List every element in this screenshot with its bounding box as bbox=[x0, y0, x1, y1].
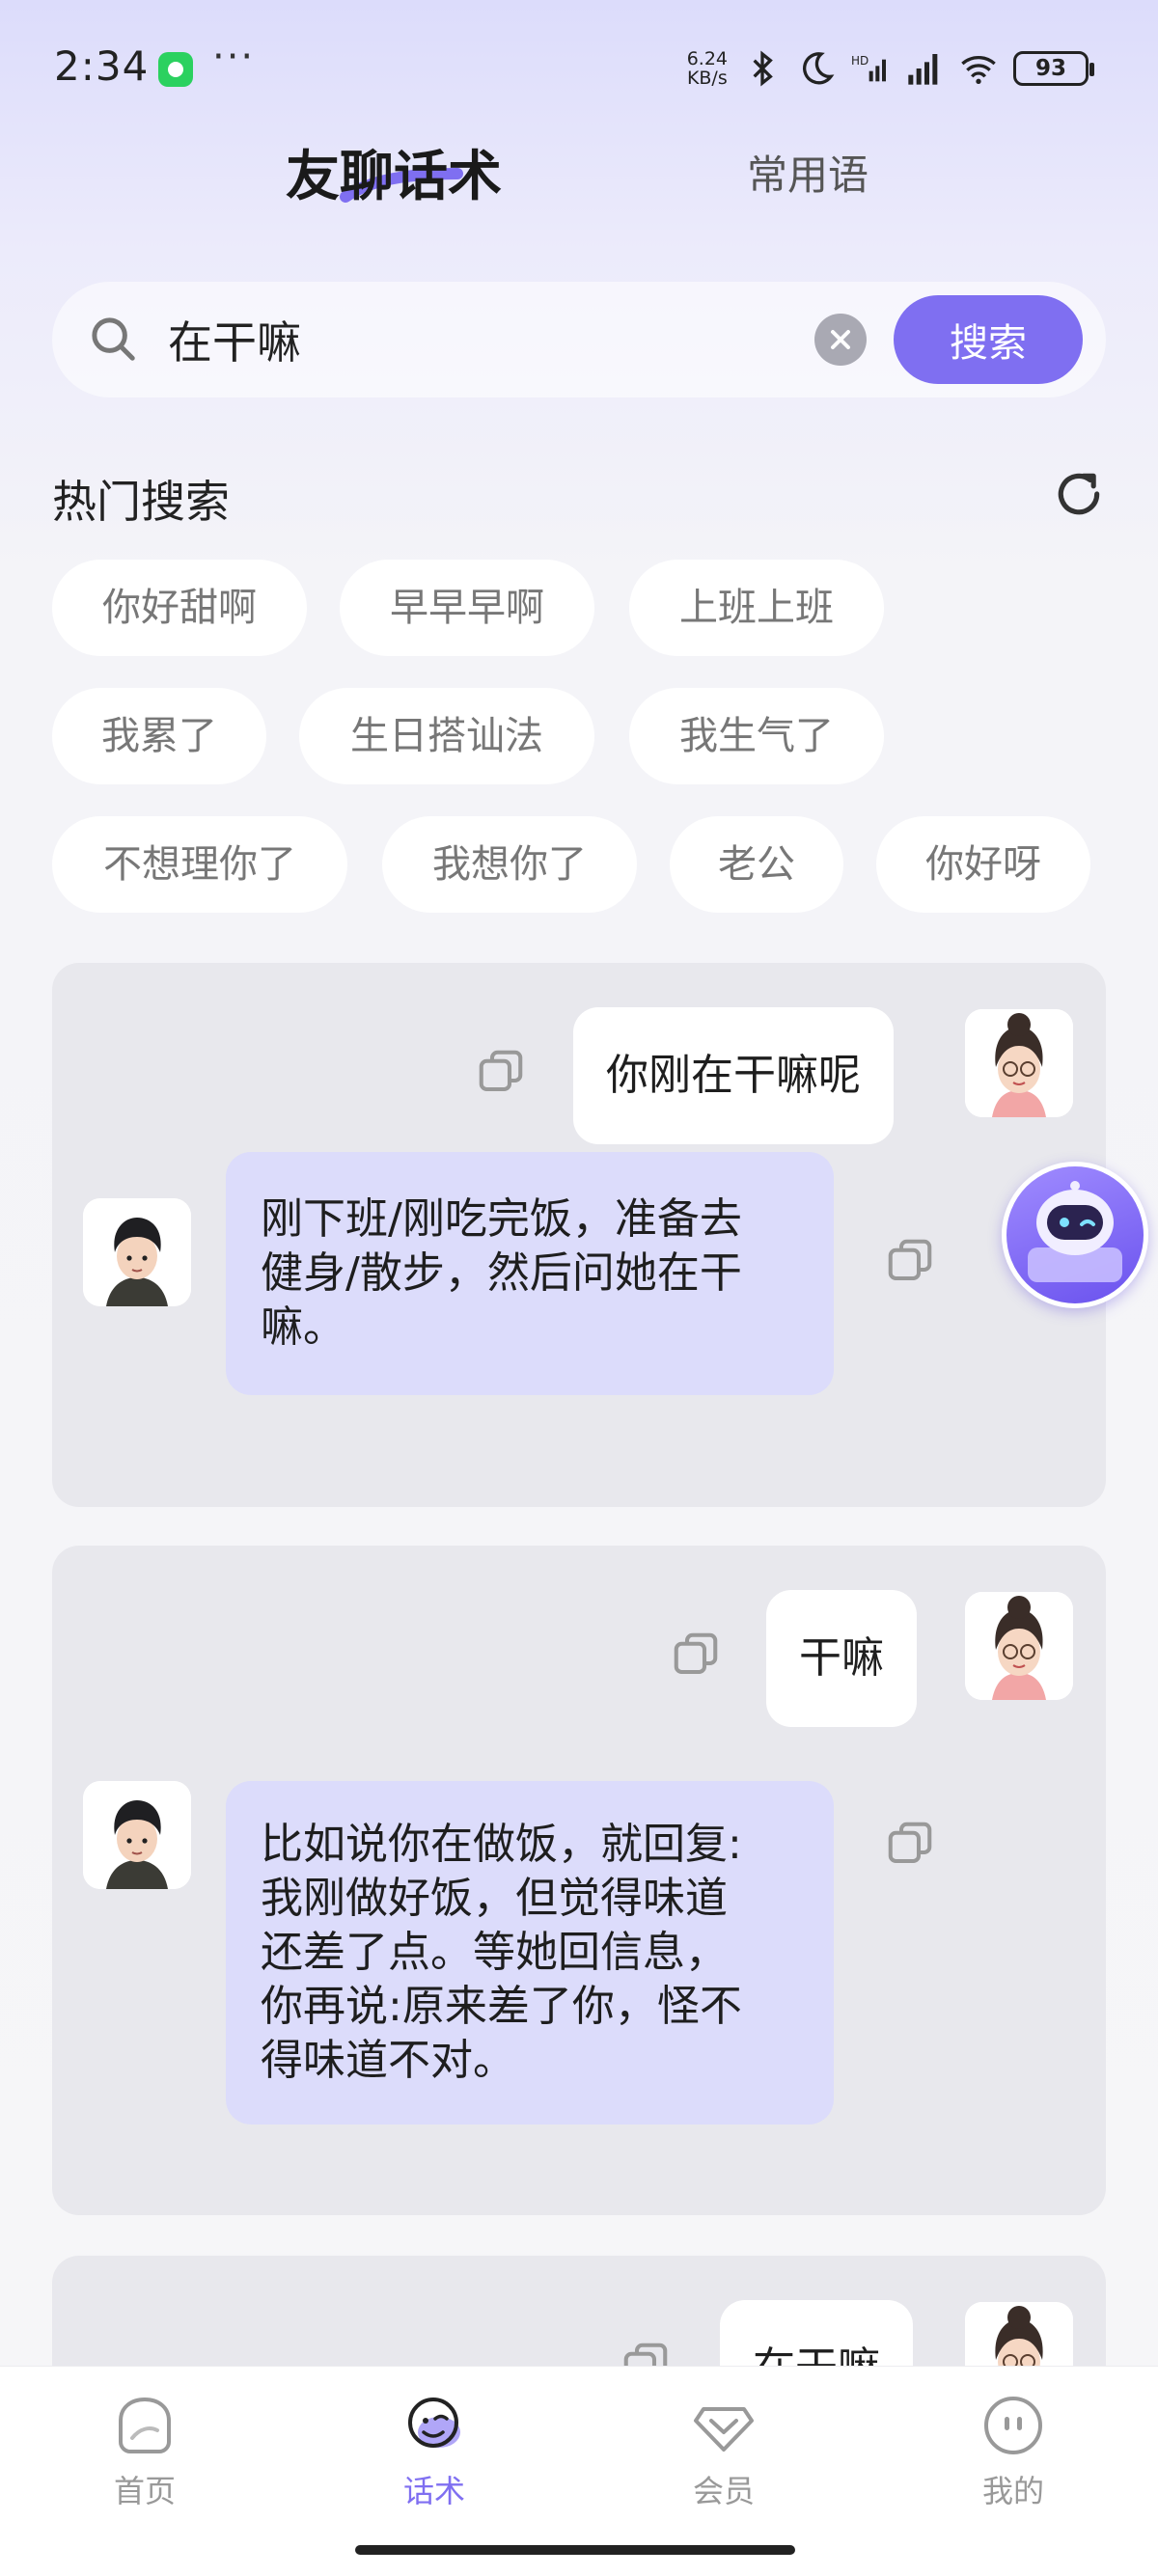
female-avatar bbox=[965, 1009, 1073, 1117]
signal-icon bbox=[908, 54, 938, 85]
robot-icon bbox=[1028, 1181, 1122, 1282]
male-avatar bbox=[83, 1198, 191, 1306]
copy-icon[interactable] bbox=[884, 1818, 936, 1870]
nav-vip[interactable]: 会员 bbox=[647, 2392, 801, 2511]
hot-search-chip[interactable]: 上班上班 bbox=[629, 560, 884, 656]
home-indicator[interactable] bbox=[355, 2545, 795, 2555]
battery-indicator: 93 bbox=[1013, 51, 1094, 86]
bluetooth-icon bbox=[753, 50, 773, 87]
copy-icon[interactable] bbox=[475, 1046, 527, 1098]
tab-friendly-chat-scripts[interactable]: 友聊话术 bbox=[286, 133, 502, 211]
conversation-card: 干嘛 比如说你在做饭，就回复: 我刚做好饭，但觉得味道 还差了点。等她回信息， … bbox=[52, 1546, 1106, 2215]
nav-profile[interactable]: 我的 bbox=[936, 2392, 1090, 2511]
conversation-card: 你刚在干嘛呢 刚下班/刚吃完饭，准备去 健身/散步，然后问她在干 嘛。 bbox=[52, 963, 1106, 1507]
status-icons: 6.24 KB/s HD 93 bbox=[686, 42, 1094, 95]
question-bubble: 干嘛 bbox=[766, 1590, 917, 1727]
clear-search-button[interactable] bbox=[814, 314, 867, 366]
copy-icon[interactable] bbox=[670, 1629, 722, 1681]
nav-chat-scripts[interactable]: 话术 bbox=[357, 2392, 511, 2511]
close-icon bbox=[831, 330, 850, 349]
app-notification-icon bbox=[158, 52, 193, 87]
hot-search-title: 热门搜索 bbox=[52, 476, 230, 528]
ai-assistant-robot-button[interactable] bbox=[1002, 1162, 1148, 1308]
moon-icon bbox=[802, 52, 835, 85]
answer-bubble: 刚下班/刚吃完饭，准备去 健身/散步，然后问她在干 嘛。 bbox=[226, 1152, 834, 1395]
hot-search-chip[interactable]: 早早早啊 bbox=[340, 560, 594, 656]
profile-icon bbox=[984, 2397, 1042, 2454]
hot-search-chip[interactable]: 你好甜啊 bbox=[52, 560, 307, 656]
status-bar: 2:34 ··· 6.24 KB/s HD 93 bbox=[0, 0, 1158, 135]
female-avatar bbox=[965, 1592, 1073, 1700]
answer-bubble: 比如说你在做饭，就回复: 我刚做好饭，但觉得味道 还差了点。等她回信息， 你再说… bbox=[226, 1781, 834, 2124]
wifi-icon bbox=[961, 56, 996, 84]
status-time: 2:34 bbox=[54, 42, 150, 90]
status-more-icon: ··· bbox=[212, 35, 256, 79]
chat-script-icon bbox=[408, 2398, 460, 2448]
hot-search-chip[interactable]: 我生气了 bbox=[629, 688, 884, 784]
hot-search-chip[interactable]: 老公 bbox=[670, 816, 843, 913]
vip-diamond-icon bbox=[694, 2407, 754, 2452]
tab-common-phrases[interactable]: 常用语 bbox=[747, 143, 868, 202]
hot-search-chip[interactable]: 你好呀 bbox=[876, 816, 1090, 913]
copy-icon[interactable] bbox=[884, 1235, 936, 1287]
hot-search-chip[interactable]: 我累了 bbox=[52, 688, 266, 784]
search-icon bbox=[92, 317, 135, 361]
nav-home[interactable]: 首页 bbox=[68, 2392, 222, 2511]
search-button[interactable]: 搜索 bbox=[894, 295, 1083, 384]
hot-search-chip[interactable]: 我想你了 bbox=[382, 816, 637, 913]
signal-hd-icon: HD bbox=[851, 54, 886, 82]
svg-text:HD: HD bbox=[851, 54, 868, 68]
hot-search-chip[interactable]: 不想理你了 bbox=[52, 816, 347, 913]
refresh-icon[interactable] bbox=[1052, 467, 1106, 521]
male-avatar bbox=[83, 1781, 191, 1889]
question-bubble: 你刚在干嘛呢 bbox=[573, 1007, 894, 1144]
network-speed: 6.24 KB/s bbox=[686, 48, 728, 89]
hot-search-chip[interactable]: 生日搭讪法 bbox=[299, 688, 594, 784]
home-icon bbox=[119, 2397, 171, 2453]
search-bar: 搜索 bbox=[52, 282, 1106, 397]
search-input[interactable] bbox=[168, 309, 843, 370]
